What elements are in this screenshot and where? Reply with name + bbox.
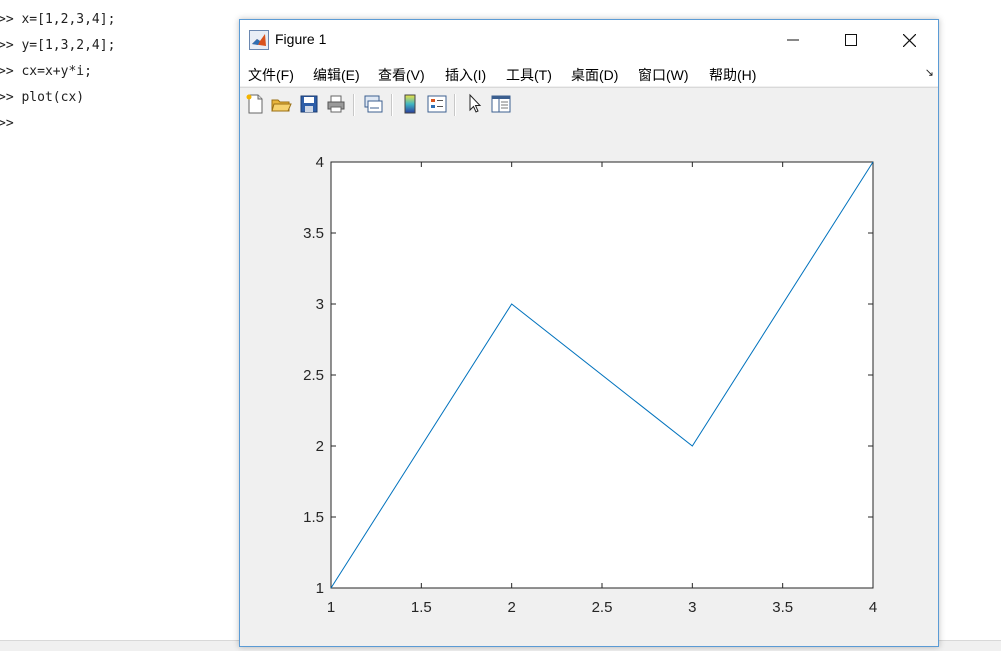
y-tick-label: 2.5 (303, 367, 324, 384)
matlab-icon (249, 30, 269, 50)
menu-edit[interactable]: 编辑(E) (313, 65, 360, 85)
command-window[interactable]: >> x=[1,2,3,4]; >> y=[1,3,2,4]; >> cx=x+… (0, 0, 240, 640)
toolbar-separator (353, 94, 355, 116)
console-prompt[interactable]: >> (0, 114, 14, 134)
y-tick-label: 3.5 (303, 225, 324, 242)
legend-button[interactable] (426, 93, 448, 115)
y-tick-label: 4 (316, 154, 324, 171)
toolbar-separator (454, 94, 456, 116)
console-line: >> x=[1,2,3,4]; (0, 12, 116, 27)
close-icon (902, 33, 916, 47)
property-inspector-button[interactable] (490, 93, 512, 115)
y-tick-label: 3 (316, 296, 324, 313)
x-tick-label: 2 (507, 599, 515, 616)
dock-arrow-icon[interactable]: ↘ (925, 66, 934, 79)
console-line: >> cx=x+y*i; (0, 64, 92, 79)
legend-icon (427, 95, 447, 113)
save-icon (300, 95, 318, 113)
line-chart[interactable]: 1 1.5 2 2.5 3 3.5 4 1 1.5 2 2.5 3 3.5 4 (240, 121, 938, 646)
plot-area: 1 1.5 2 2.5 3 3.5 4 1 1.5 2 2.5 3 3.5 4 (240, 121, 938, 646)
new-figure-button[interactable] (244, 93, 266, 115)
x-tick-label: 4 (869, 599, 877, 616)
open-file-icon (271, 99, 292, 112)
x-tick-label: 1.5 (411, 599, 432, 616)
console-line: >> plot(cx) (0, 90, 85, 105)
x-tick-label: 3.5 (772, 599, 793, 616)
figure-window: Figure 1 文件(F) 编辑(E) 查看(V) 插入(I) 工具(T) 桌… (239, 19, 939, 647)
menu-file[interactable]: 文件(F) (248, 65, 294, 85)
colorbar-button[interactable] (399, 93, 421, 115)
maximize-button[interactable] (822, 20, 880, 60)
y-tick-label: 1.5 (303, 509, 324, 526)
link-plot-button[interactable] (362, 93, 384, 115)
minimize-icon (787, 39, 799, 41)
minimize-button[interactable] (764, 20, 822, 60)
figure-toolbar (240, 87, 938, 122)
menu-help[interactable]: 帮助(H) (709, 65, 756, 85)
menu-tools[interactable]: 工具(T) (506, 65, 552, 85)
property-inspector-icon (491, 95, 511, 113)
menu-bar: 文件(F) 编辑(E) 查看(V) 插入(I) 工具(T) 桌面(D) 窗口(W… (240, 60, 938, 86)
menu-window[interactable]: 窗口(W) (638, 65, 689, 85)
menu-insert[interactable]: 插入(I) (445, 65, 486, 85)
x-tick-label: 1 (327, 599, 335, 616)
colorbar-icon (404, 94, 416, 114)
y-tick-label: 2 (316, 438, 324, 455)
toolbar-separator (391, 94, 393, 116)
menu-desktop[interactable]: 桌面(D) (571, 65, 618, 85)
pointer-button[interactable] (464, 93, 486, 115)
open-file-button[interactable] (270, 93, 292, 115)
save-button[interactable] (298, 93, 320, 115)
print-button[interactable] (325, 93, 347, 115)
pointer-icon (469, 93, 482, 113)
x-tick-label: 2.5 (592, 599, 613, 616)
console-line: >> y=[1,3,2,4]; (0, 38, 116, 53)
menu-view[interactable]: 查看(V) (378, 65, 425, 85)
title-bar[interactable]: Figure 1 (240, 20, 938, 60)
close-button[interactable] (880, 20, 938, 60)
x-tick-label: 3 (688, 599, 696, 616)
link-plot-icon (364, 95, 383, 113)
maximize-icon (845, 34, 857, 46)
window-title: Figure 1 (275, 31, 327, 47)
new-figure-icon (246, 94, 263, 114)
print-icon (327, 95, 345, 113)
y-tick-label: 1 (316, 580, 324, 597)
